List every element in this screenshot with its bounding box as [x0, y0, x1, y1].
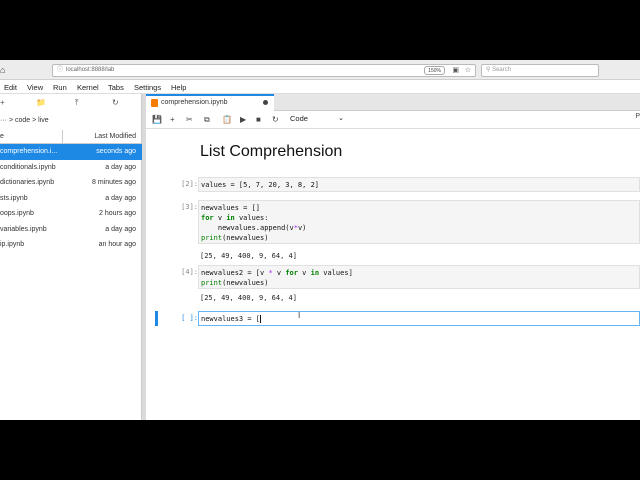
home-icon[interactable]: ⌂ — [0, 65, 5, 75]
file-row[interactable]: variables.ipynb a day ago — [0, 222, 142, 238]
cell-prompt: [2]: — [181, 180, 198, 188]
main-area: comprehension.ipynb 💾 + ✂ ⧉ 📋 ▶ ■ ↻ Code… — [146, 94, 640, 420]
insert-cell-icon[interactable]: + — [170, 115, 175, 124]
info-icon[interactable]: ⓘ — [57, 67, 63, 73]
file-row[interactable]: sts.ipynb a day ago — [0, 191, 142, 207]
url-text: localhost:8888/lab — [66, 67, 115, 73]
notebook-toolbar: 💾 + ✂ ⧉ 📋 ▶ ■ ↻ Code ⌄ P — [146, 111, 640, 129]
bookmark-star-icon[interactable]: ☆ — [465, 65, 471, 76]
code-text: newvalues3 = [ — [201, 315, 261, 323]
file-modified: seconds ago — [96, 148, 136, 155]
paste-icon[interactable]: 📋 — [222, 115, 232, 124]
run-icon[interactable]: ▶ — [240, 115, 246, 124]
file-name: oops.ipynb — [0, 210, 34, 217]
cell-output: [25, 49, 400, 9, 64, 4] — [200, 252, 297, 260]
cell-type-select[interactable]: Code ⌄ — [290, 114, 346, 126]
text-cursor — [260, 315, 262, 323]
file-name: ip.ipynb — [0, 241, 25, 248]
notebook-icon — [151, 99, 158, 107]
code-editor[interactable]: newvalues3 = [ — [198, 311, 640, 326]
code-editor[interactable]: newvalues = [] for v in values: newvalue… — [198, 200, 640, 244]
file-modified: an hour ago — [98, 241, 136, 248]
file-row[interactable]: dictionaries.ipynb 8 minutes ago — [0, 175, 142, 191]
cut-icon[interactable]: ✂ — [186, 115, 193, 124]
name-column-header[interactable]: e — [0, 133, 4, 140]
file-modified: 2 hours ago — [99, 210, 136, 217]
search-placeholder: Search — [492, 67, 512, 73]
cell-type-value: Code — [290, 114, 308, 123]
file-row[interactable]: ip.ipynb an hour ago — [0, 237, 142, 253]
refresh-icon[interactable]: ↻ — [112, 98, 119, 107]
tab-label: comprehension.ipynb — [161, 99, 228, 106]
cell-prompt: [ ]: — [181, 314, 198, 322]
browser-search-input[interactable]: ⚲ Search — [481, 64, 599, 77]
menu-help[interactable]: Help — [171, 83, 186, 92]
file-modified: 8 minutes ago — [92, 179, 136, 186]
breadcrumb[interactable]: ··· > code > live — [0, 117, 49, 124]
save-icon[interactable]: 💾 — [152, 115, 162, 124]
screen: ⌂ ⓘ localhost:8888/lab 150% ▣ ☆ ⚲ Search … — [0, 60, 640, 420]
file-row[interactable]: oops.ipynb 2 hours ago — [0, 206, 142, 222]
code-line: newvalues = [] — [201, 204, 261, 212]
new-launcher-icon[interactable]: + — [0, 98, 5, 107]
menu-view[interactable]: View — [27, 83, 43, 92]
upload-icon[interactable]: ⤒ — [75, 98, 79, 108]
file-list: comprehension.i... seconds ago condition… — [0, 144, 142, 253]
kernel-name[interactable]: P — [635, 113, 640, 120]
markdown-title: List Comprehension — [200, 143, 343, 160]
new-folder-icon[interactable]: 📁 — [36, 98, 46, 107]
restart-icon[interactable]: ↻ — [272, 115, 279, 124]
file-name: variables.ipynb — [0, 225, 47, 233]
active-cell-indicator — [155, 311, 158, 326]
file-list-header: e Last Modified — [0, 130, 142, 144]
menu-run[interactable]: Run — [53, 83, 67, 92]
menubar: Edit View Run Kernel Tabs Settings Help — [0, 80, 640, 94]
code-editor[interactable]: values = [5, 7, 20, 3, 8, 2] — [198, 177, 640, 192]
file-name: dictionaries.ipynb — [0, 179, 55, 186]
file-row[interactable]: comprehension.i... seconds ago — [0, 144, 142, 160]
file-modified: a day ago — [105, 194, 136, 202]
file-row[interactable]: conditionals.ipynb a day ago — [0, 160, 142, 176]
menu-edit[interactable]: Edit — [4, 83, 17, 92]
file-name: comprehension.i... — [0, 148, 58, 155]
menu-settings[interactable]: Settings — [134, 83, 161, 92]
browser-toolbar: ⌂ ⓘ localhost:8888/lab 150% ▣ ☆ ⚲ Search — [0, 60, 640, 80]
pocket-icon[interactable]: ▣ — [452, 65, 459, 76]
menu-kernel[interactable]: Kernel — [77, 83, 99, 92]
column-divider[interactable] — [62, 130, 63, 144]
file-modified: a day ago — [105, 225, 136, 233]
document-tabbar: comprehension.ipynb — [146, 94, 640, 111]
copy-icon[interactable]: ⧉ — [204, 115, 210, 125]
address-bar[interactable]: ⓘ localhost:8888/lab 150% ▣ ☆ — [52, 64, 476, 77]
chevron-down-icon: ⌄ — [338, 115, 344, 122]
notebook-panel: List Comprehension [2]: values = [5, 7, … — [146, 129, 640, 420]
cell-output: [25, 49, 400, 9, 64, 4] — [200, 294, 297, 302]
file-modified: a day ago — [105, 163, 136, 171]
zoom-indicator[interactable]: 150% — [424, 66, 445, 75]
mouse-ibeam-cursor: I — [298, 311, 301, 320]
menu-tabs[interactable]: Tabs — [108, 83, 124, 92]
cell-prompt: [4]: — [181, 268, 198, 276]
stop-icon[interactable]: ■ — [256, 115, 261, 124]
file-browser: + 📁 ⤒ ↻ ··· > code > live e Last Modifie… — [0, 94, 142, 420]
code-editor[interactable]: newvalues2 = [v * v for v in values] pri… — [198, 265, 640, 289]
unsaved-dot-icon[interactable] — [263, 100, 268, 105]
tab-comprehension[interactable]: comprehension.ipynb — [146, 94, 274, 111]
file-browser-toolbar: + 📁 ⤒ ↻ — [0, 94, 142, 112]
file-name: sts.ipynb — [0, 194, 28, 202]
cell-prompt: [3]: — [181, 203, 198, 211]
modified-column-header[interactable]: Last Modified — [94, 133, 136, 140]
search-icon: ⚲ — [486, 67, 491, 73]
file-name: conditionals.ipynb — [0, 163, 56, 171]
